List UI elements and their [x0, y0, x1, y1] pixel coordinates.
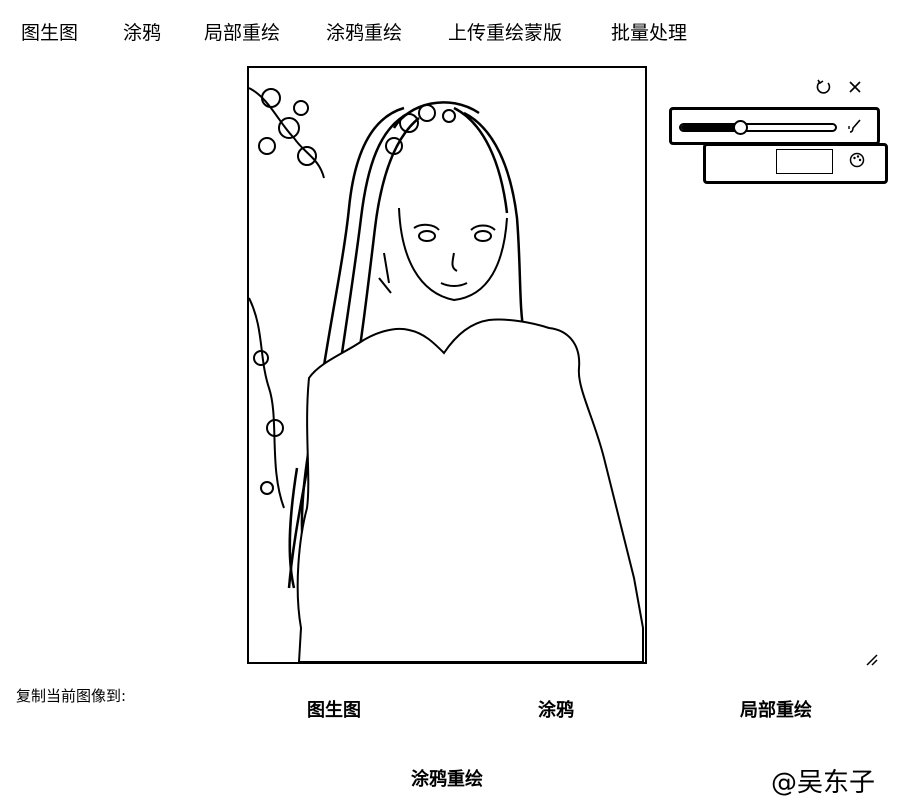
tab-inpaint-upload[interactable]: 上传重绘蒙版	[448, 18, 562, 48]
tab-inpaint-sketch[interactable]: 涂鸦重绘	[326, 18, 402, 48]
tab-inpaint[interactable]: 局部重绘	[204, 18, 280, 48]
app-root: 图生图 涂鸦 局部重绘 涂鸦重绘 上传重绘蒙版 批量处理 复制当前图像到: 图生…	[0, 0, 904, 812]
slider-thumb[interactable]	[733, 120, 748, 135]
brush-icon[interactable]	[846, 117, 864, 135]
tab-bar: 图生图 涂鸦 局部重绘 涂鸦重绘 上传重绘蒙版 批量处理	[0, 18, 904, 48]
undo-icon[interactable]	[815, 78, 833, 96]
face	[398, 207, 508, 302]
brush-size-slider[interactable]	[679, 120, 837, 135]
hair-ornament	[378, 104, 456, 294]
copy-to-sketch-button[interactable]: 涂鸦	[538, 699, 574, 723]
palette-icon[interactable]	[848, 151, 866, 169]
copy-to-img2img-button[interactable]: 图生图	[307, 699, 361, 723]
slider-fill	[681, 125, 740, 130]
color-panel	[703, 143, 888, 184]
close-icon[interactable]	[846, 78, 864, 96]
sketch-portrait-image	[249, 87, 644, 662]
copy-to-inpaint-button[interactable]: 局部重绘	[740, 699, 812, 723]
sketch-canvas[interactable]	[247, 66, 647, 664]
watermark-text: @吴东子	[771, 768, 876, 798]
brush-size-panel	[669, 107, 880, 145]
copy-to-inpaint-sketch-button[interactable]: 涂鸦重绘	[411, 768, 483, 792]
dress-shape	[296, 318, 644, 662]
copy-to-label: 复制当前图像到:	[16, 687, 127, 705]
tab-batch[interactable]: 批量处理	[611, 18, 687, 48]
color-picker-swatch[interactable]	[776, 149, 833, 174]
resize-handle-icon[interactable]	[864, 652, 878, 666]
tab-sketch[interactable]: 涂鸦	[123, 18, 161, 48]
tab-img2img[interactable]: 图生图	[21, 18, 78, 48]
